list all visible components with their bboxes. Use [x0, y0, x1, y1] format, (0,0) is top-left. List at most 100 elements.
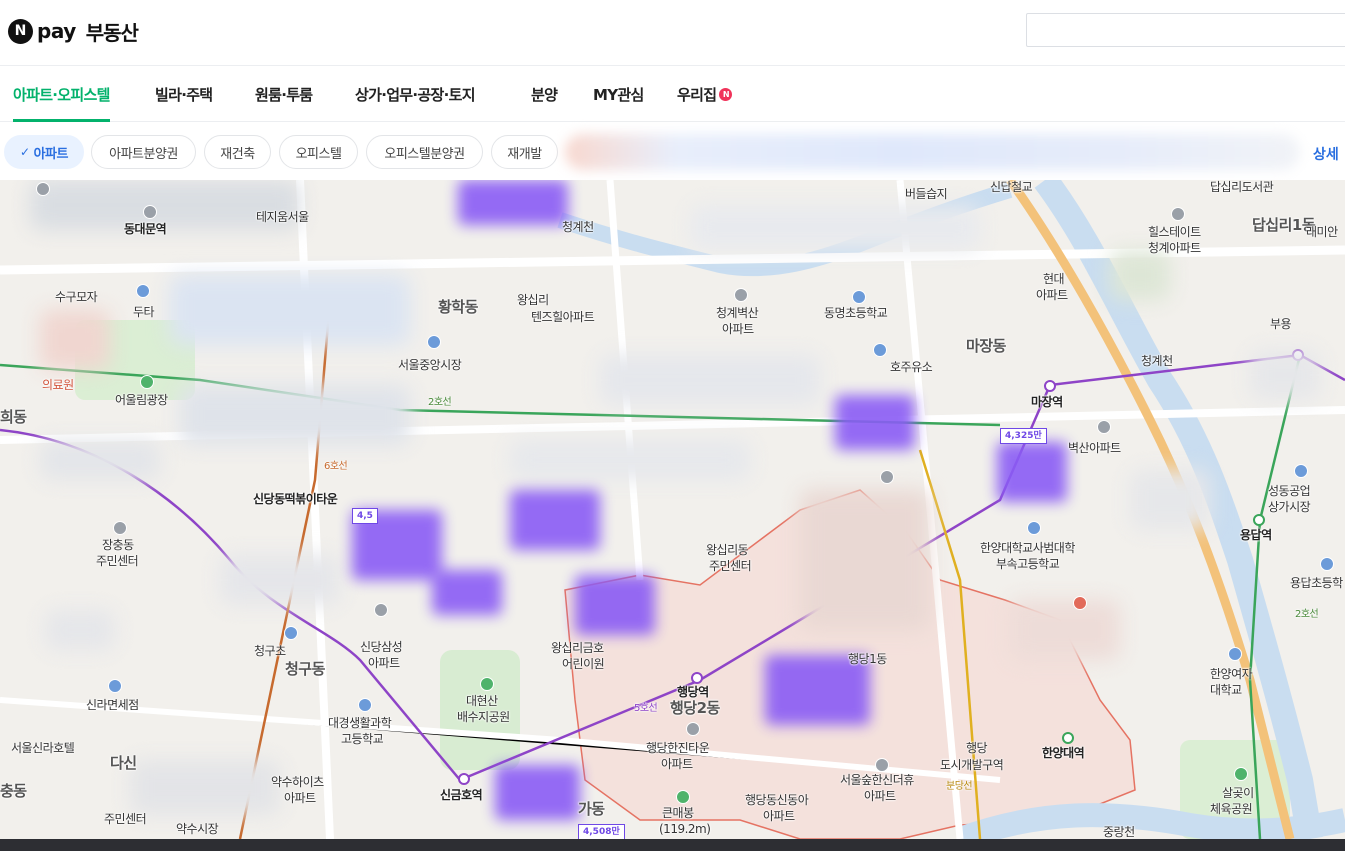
poi-icon	[1228, 647, 1242, 661]
chip-reconstruction[interactable]: 재건축	[204, 135, 271, 169]
poi-icon	[374, 603, 388, 617]
poi-icon	[1294, 464, 1308, 478]
price-marker[interactable]	[510, 490, 600, 550]
header: N pay 부동산	[0, 0, 1345, 66]
poi-icon	[1097, 420, 1111, 434]
poi-icon	[734, 288, 748, 302]
tab-label: 빌라·주택	[155, 85, 213, 104]
place-label: 호주유소	[890, 360, 933, 374]
place-label: 신당삼성	[360, 640, 403, 654]
detail-filter-link[interactable]: 상세	[1313, 144, 1339, 164]
price-marker[interactable]	[575, 575, 655, 635]
price-marker[interactable]	[432, 570, 502, 615]
station-label: 신금호역	[440, 788, 483, 802]
blurred-area	[1130, 470, 1210, 530]
place-label: 약수하이츠	[271, 775, 324, 789]
blurred-area	[40, 440, 160, 480]
blurred-area	[1250, 350, 1320, 400]
place-label: 동명초등학교	[824, 306, 888, 320]
place-label: 테지움서울	[256, 210, 309, 224]
district-label: 행당2동	[670, 699, 720, 717]
line-label: 2호선	[428, 397, 452, 408]
poi-icon	[358, 698, 372, 712]
chip-label: 오피스텔	[295, 146, 342, 162]
place-label: 대경생활과학	[328, 716, 392, 730]
main-tabs: 아파트·오피스텔 빌라·주택 원룸·투룸 상가·업무·공장·토지 분양 MY관심…	[0, 66, 1345, 122]
tab-label: MY관심	[593, 85, 644, 104]
place-label: 대현산	[466, 694, 498, 708]
place-label: 현대	[1043, 272, 1065, 286]
park-icon	[1234, 767, 1248, 781]
poi-icon	[36, 182, 50, 196]
tab-our-home[interactable]: 우리집 N	[677, 66, 733, 122]
place-label: 한양대학교사범대학	[980, 541, 1075, 555]
blurred-area	[510, 440, 750, 480]
map-canvas[interactable]: 4,325만 4,508만 4,5 황학동 마장동 희동 청구동 행당2동 답십…	[0, 180, 1345, 839]
price-marker[interactable]	[458, 180, 568, 225]
price-tag[interactable]: 4,325만	[1000, 428, 1047, 444]
chip-label: 재개발	[507, 146, 542, 162]
price-marker[interactable]	[835, 395, 915, 450]
chip-redevelopment[interactable]: 재개발	[491, 135, 558, 169]
poi-icon	[686, 722, 700, 736]
place-label: 살곶이	[1222, 786, 1254, 800]
place-label: 아파트	[763, 809, 795, 823]
place-label: 성동공업	[1268, 484, 1311, 498]
place-label: 어울림광장	[115, 393, 168, 407]
price-tag[interactable]: 4,508만	[578, 824, 625, 839]
place-label: 신라면세점	[86, 698, 139, 712]
place-label: 약수시장	[176, 822, 219, 836]
station-label: 마장역	[1031, 395, 1063, 409]
search-input[interactable]	[1026, 13, 1345, 47]
place-label: 체육공원	[1210, 802, 1253, 816]
blurred-area	[800, 490, 930, 630]
blurred-area	[45, 610, 115, 650]
place-label: 주민센터	[96, 554, 139, 568]
tab-label: 우리집	[677, 85, 717, 104]
place-label: 대학교	[1210, 683, 1242, 697]
tab-my-interest[interactable]: MY관심	[593, 66, 644, 122]
blurred-area	[40, 310, 110, 370]
price-marker[interactable]	[997, 442, 1067, 502]
place-label: 의료원	[42, 378, 74, 392]
park-icon	[676, 790, 690, 804]
gas-station-icon	[873, 343, 887, 357]
station-label: 한양대역	[1042, 746, 1085, 760]
tab-label: 상가·업무·공장·토지	[355, 85, 475, 104]
tab-label: 원룸·투룸	[255, 85, 313, 104]
tab-villa-house[interactable]: 빌라·주택	[155, 66, 213, 122]
place-label: 래미안	[1306, 225, 1338, 239]
poi-icon	[108, 679, 122, 693]
poi-icon	[1027, 521, 1041, 535]
district-label: 다신	[110, 754, 137, 772]
place-label: 배수지공원	[457, 710, 510, 724]
place-label: 아파트	[1036, 288, 1068, 302]
place-label: 왕십리동	[706, 543, 749, 557]
chip-label: 재건축	[220, 146, 255, 162]
place-label: 한양여자	[1210, 667, 1253, 681]
chip-apartment[interactable]: ✓ 아파트	[4, 135, 84, 169]
place-label: 아파트	[661, 757, 693, 771]
place-label: 청계천	[1141, 354, 1173, 368]
check-icon: ✓	[20, 145, 30, 159]
chip-officetel[interactable]: 오피스텔	[279, 135, 358, 169]
poi-icon	[136, 284, 150, 298]
chip-apartment-presale-right[interactable]: 아파트분양권	[91, 135, 196, 169]
district-label: 청구동	[285, 660, 325, 678]
tab-apartment-officetel[interactable]: 아파트·오피스텔	[13, 66, 110, 122]
tab-commercial-land[interactable]: 상가·업무·공장·토지	[355, 66, 475, 122]
place-label: 버들습지	[905, 187, 948, 201]
poi-icon	[143, 205, 157, 219]
district-label: 가동	[578, 800, 605, 818]
park-icon	[480, 677, 494, 691]
tab-presale[interactable]: 분양	[531, 66, 558, 122]
tab-oneroom-tworoom[interactable]: 원룸·투룸	[255, 66, 313, 122]
station-label: 동대문역	[124, 222, 167, 236]
logo-pay-text: pay	[37, 19, 76, 43]
price-tag[interactable]: 4,5	[352, 508, 378, 524]
logo[interactable]: N pay 부동산	[8, 17, 139, 45]
place-label: 벽산아파트	[1068, 441, 1121, 455]
price-marker[interactable]	[495, 765, 580, 820]
chip-officetel-presale-right[interactable]: 오피스텔분양권	[366, 135, 483, 169]
place-label: 도시개발구역	[940, 758, 1004, 772]
